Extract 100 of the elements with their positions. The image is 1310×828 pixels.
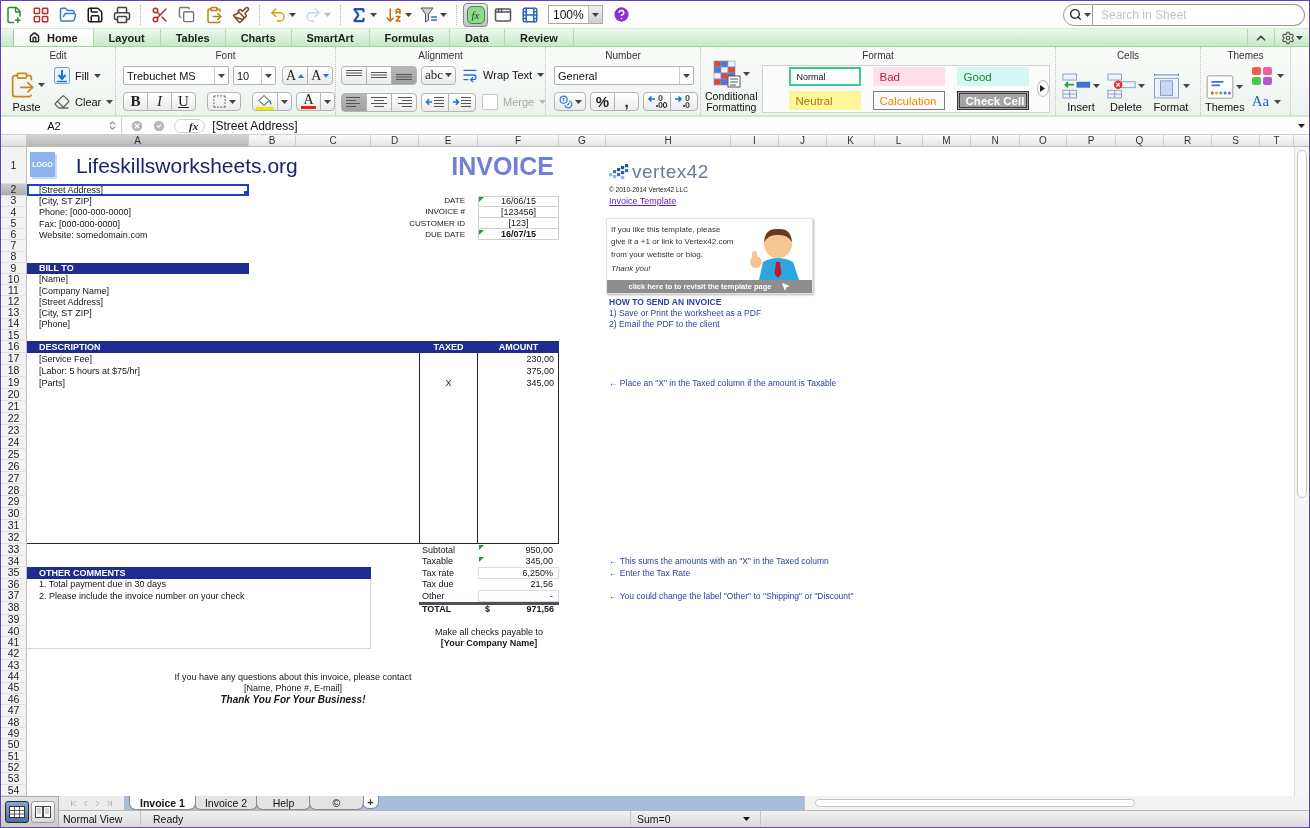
cell-style-option[interactable]: Bad [872,67,945,86]
search-options-button[interactable] [1063,3,1093,26]
column-header[interactable]: L [875,135,923,146]
row-header[interactable]: 28 [1,484,27,497]
theme-fonts-button[interactable]: Aa [1249,91,1286,112]
row-header[interactable]: 26 [1,460,27,473]
row-header[interactable]: 45 [1,682,27,694]
row-header[interactable]: 8 [1,251,27,263]
ribbon-tab[interactable]: Review [504,29,574,46]
column-header[interactable]: F [478,135,559,146]
search-field[interactable]: Search in Sheet [1093,3,1305,26]
row-header[interactable]: 29 [1,496,27,509]
ribbon-tab[interactable]: Formulas [369,29,451,46]
scrollbar-thumb[interactable] [1297,150,1307,498]
column-header[interactable]: D [371,135,419,146]
vertical-align-button[interactable] [391,65,417,85]
row-header[interactable]: 41 [1,637,27,649]
sheet-tab[interactable]: Invoice 2 [193,796,258,810]
fill-color-button[interactable] [252,92,278,111]
decrease-decimal-button[interactable] [670,92,698,111]
insert-cells-button[interactable]: Insert [1061,63,1101,114]
row-header[interactable]: 6 [1,229,27,241]
row-header[interactable]: 35 [1,567,27,579]
horizontal-align-button[interactable] [366,92,392,112]
accounting-format-button[interactable] [554,92,586,111]
row-header[interactable]: 1 [1,147,27,185]
meta-value[interactable]: [123] [478,217,559,230]
column-header[interactable]: S [1212,135,1260,146]
delete-cells-button[interactable]: Delete [1106,63,1146,114]
cell-style-option[interactable]: Good [956,67,1029,86]
row-header[interactable]: 17 [1,353,27,365]
zoom-dropdown[interactable]: 100% [548,5,603,24]
font-color-menu-button[interactable] [320,92,335,111]
sheet-tab[interactable]: Invoice 1 [129,796,196,810]
horizontal-align-button[interactable] [341,92,367,112]
more-styles-button[interactable] [1036,80,1049,97]
font-size-dropdown[interactable]: 10 [233,66,276,85]
themes-button[interactable]: Themes [1204,63,1246,114]
fill-color-menu-button[interactable] [277,92,292,111]
column-header[interactable]: I [731,135,779,146]
total-value[interactable]: 6,250% [478,567,559,579]
ribbon-tab[interactable]: Tables [160,29,226,46]
row-header[interactable]: 53 [1,773,27,785]
ribbon-tab[interactable]: Home [13,29,94,46]
column-header[interactable]: G [559,135,606,146]
column-header[interactable]: A [27,135,249,146]
borders-button[interactable] [207,92,241,111]
clear-button[interactable]: Clear [52,91,116,112]
shrink-font-button[interactable]: A [307,66,334,85]
formula-field[interactable]: [Street Address] [212,118,1294,133]
name-box[interactable]: A2 [1,117,122,134]
bold-button[interactable]: B [123,92,148,111]
meta-value[interactable]: 16/06/15 [478,195,559,207]
grow-font-button[interactable]: A [282,66,309,85]
total-value[interactable]: - [478,590,559,602]
row-header[interactable]: 32 [1,532,27,544]
column-header[interactable]: H [606,135,731,146]
ribbon-tab[interactable]: Data [450,29,505,46]
row-header[interactable]: 30 [1,508,27,521]
conditional-formatting-button[interactable]: Conditional Formatting [704,63,759,114]
formula-builder-button[interactable]: fx [463,2,488,27]
row-header[interactable]: 33 [1,544,27,556]
vertical-align-button[interactable] [341,65,367,85]
theme-colors-button[interactable] [1249,65,1286,86]
ribbon-tab[interactable]: Charts [225,29,292,46]
scrollbar-thumb[interactable] [815,799,1135,807]
meta-value[interactable]: [123456] [478,206,559,218]
view-button[interactable] [4,801,29,823]
column-header[interactable]: C [296,135,371,146]
template-link[interactable]: Invoice Template [609,196,677,207]
column-header[interactable]: J [779,135,827,146]
column-header[interactable]: Q [1116,135,1164,146]
row-header[interactable]: 13 [1,307,27,319]
column-header[interactable]: T [1260,135,1294,146]
row-header[interactable]: 48 [1,716,27,728]
underline-button[interactable]: U [171,92,196,111]
column-header[interactable]: E [419,135,478,146]
increase-decimal-button[interactable] [643,92,671,111]
sum-dropdown[interactable]: Sum=0 [635,811,756,827]
italic-button[interactable]: I [147,92,172,111]
font-name-dropdown[interactable]: Trebuchet MS [123,66,229,85]
decrease-indent-button[interactable] [421,92,449,112]
percent-button[interactable]: % [590,92,615,111]
row-header[interactable]: 7 [1,240,27,252]
row-header[interactable]: 27 [1,472,27,485]
fill-button[interactable]: Fill [52,65,116,86]
row-header[interactable]: 16 [1,341,27,353]
column-header[interactable]: M [923,135,971,146]
format-cells-button[interactable]: Format [1151,63,1191,114]
cell-style-option[interactable]: Neutral [788,91,861,110]
row-header[interactable]: 12 [1,296,27,308]
ribbon-tab[interactable]: Layout [93,29,161,46]
sheet-tab[interactable]: Help [256,796,311,810]
increase-indent-button[interactable] [448,92,476,112]
column-header[interactable]: O [1020,135,1067,146]
wrap-text-button[interactable]: Wrap Text [460,65,547,85]
row-header[interactable]: 4 [1,206,27,218]
column-header[interactable]: B [249,135,296,146]
insert-function-button[interactable]: fx [174,118,206,133]
row-header[interactable]: 11 [1,285,27,297]
